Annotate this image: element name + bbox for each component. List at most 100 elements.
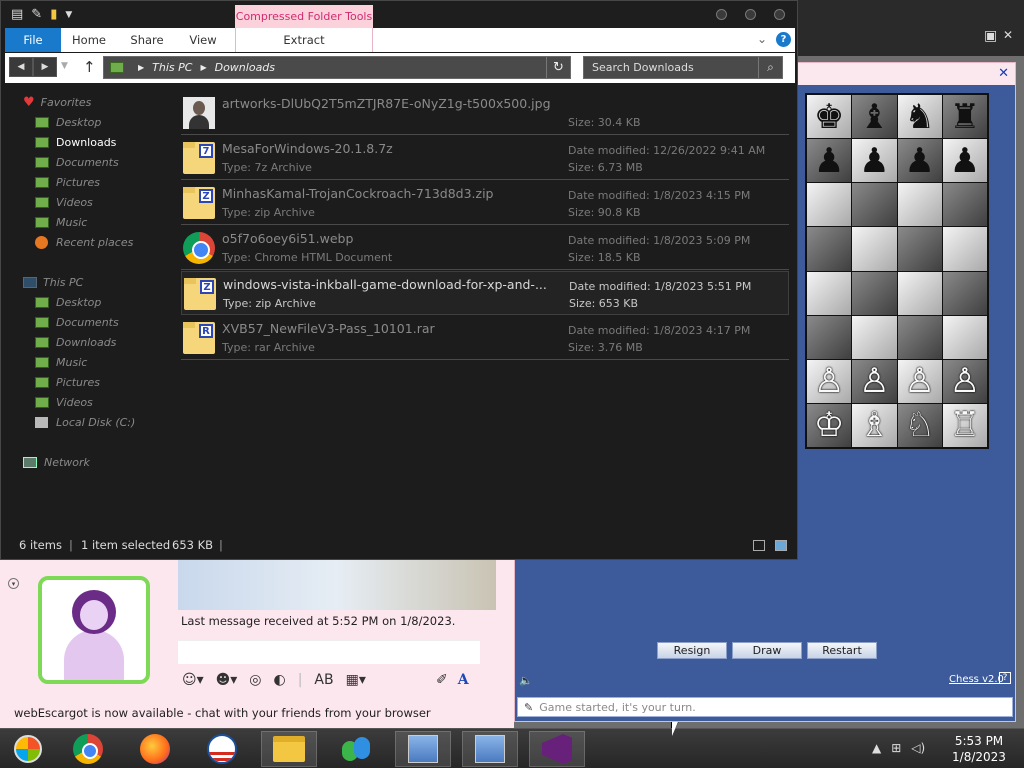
board-square[interactable]: ♙ [852,359,897,403]
board-square[interactable]: ♙ [897,359,942,403]
board-square[interactable] [942,227,987,271]
chevron-right-icon[interactable]: ▶ [138,63,144,72]
start-button[interactable] [0,731,56,767]
wink-icon[interactable]: ☻▾ [216,672,238,688]
board-square[interactable]: ♟ [807,139,852,183]
chess-piece[interactable]: ♟ [814,144,844,178]
tab-file[interactable]: File [5,28,61,52]
address-bar[interactable]: ▶ This PC ▶ Downloads ↻ [103,56,571,79]
file-row[interactable]: artworks-DlUbQ2T5mZTJR87E-oNyZ1g-t500x50… [181,91,789,135]
font-icon[interactable]: AB [314,672,333,688]
board-square[interactable] [807,315,852,359]
maximize-button[interactable] [745,9,756,20]
sidebar-item-fav-desktop[interactable]: Desktop [35,113,101,131]
taskbar-obama[interactable] [194,731,250,767]
taskbar-installer-2[interactable] [462,731,518,767]
text-format-icon[interactable]: A [458,672,469,688]
taskbar-visual-studio[interactable] [529,731,585,767]
chess-piece[interactable]: ♖ [950,408,980,442]
board-square[interactable]: ♜ [942,95,987,139]
chevron-down-icon[interactable]: ▼ [65,10,72,20]
board-square[interactable]: ♙ [807,359,852,403]
breadcrumb-this-pc[interactable]: This PC [152,61,192,74]
speaker-icon[interactable]: 🔈 [519,674,533,687]
tab-view[interactable]: View [177,28,229,52]
properties-icon[interactable]: ▤ [11,7,23,22]
chess-board[interactable]: ♚ ♝ ♞ ♜ ♟ ♟ ♟ ♟ ♙ ♙ ♙ ♙ ♔ ♗ ♘ ♖ [805,93,989,449]
sidebar-item-fav-music[interactable]: Music [35,213,87,231]
recent-locations-icon[interactable]: ▼ [61,61,68,71]
board-square[interactable] [942,183,987,227]
details-view-icon[interactable] [753,540,765,551]
board-square[interactable]: ♞ [897,95,942,139]
resign-button[interactable]: Resign [657,642,727,659]
sidebar-item-pc-pictures[interactable]: Pictures [35,373,100,391]
forward-button[interactable]: ▶ [33,57,57,77]
board-square[interactable] [852,183,897,227]
board-square[interactable]: ♘ [897,403,942,447]
breadcrumb-downloads[interactable]: Downloads [215,61,275,74]
chess-version-link[interactable]: Chess v2.0 [949,674,1004,685]
board-square[interactable] [807,271,852,315]
board-square[interactable]: ♚ [807,95,852,139]
draw-button[interactable]: Draw [732,642,802,659]
minimize-button[interactable] [716,9,727,20]
collapse-icon[interactable]: ▾ [8,578,19,589]
board-square[interactable]: ♖ [942,403,987,447]
file-row[interactable]: Zwindows-vista-inkball-game-download-for… [181,271,789,315]
edit-icon[interactable]: ✎ [31,7,42,22]
close-button[interactable] [774,9,785,20]
chevron-right-icon[interactable]: ▶ [200,63,206,72]
board-square[interactable] [852,315,897,359]
sidebar-item-fav-documents[interactable]: Documents [35,153,119,171]
board-square[interactable] [852,227,897,271]
sidebar-item-pc-desktop[interactable]: Desktop [35,293,101,311]
file-row[interactable]: o5f7o6oey6i51.webp Type: Chrome HTML Docu… [181,226,789,270]
clock[interactable]: 5:53 PM 1/8/2023 [946,733,1012,765]
chess-piece[interactable]: ♟ [950,144,980,178]
chess-piece[interactable]: ♙ [904,364,934,398]
search-box[interactable]: Search Downloads ⌕ [583,56,783,79]
sidebar-item-pc-documents[interactable]: Documents [35,313,119,331]
board-square[interactable] [942,315,987,359]
tab-extract[interactable]: Extract [235,28,373,52]
sidebar-item-pc-downloads[interactable]: Downloads [35,333,116,351]
tab-home[interactable]: Home [61,28,117,52]
tiles-view-icon[interactable] [775,540,787,551]
board-square[interactable] [852,271,897,315]
volume-icon[interactable]: ◁) [911,741,925,755]
file-row[interactable]: R XVB57_NewFileV3-Pass_10101.rar Type: rar… [181,316,789,360]
board-square[interactable]: ♟ [942,139,987,183]
nav-favorites[interactable]: ♥ Favorites [23,93,91,111]
network-icon[interactable]: ⊞ [891,741,901,755]
refresh-icon[interactable]: ↻ [546,57,570,78]
nudge-icon[interactable]: ◎ [249,672,261,688]
board-square[interactable]: ♟ [897,139,942,183]
chess-piece[interactable]: ♝ [859,100,889,134]
taskbar-installer-1[interactable] [395,731,451,767]
board-square[interactable]: ♝ [852,95,897,139]
taskbar-chrome[interactable] [60,731,116,767]
sidebar-item-fav-videos[interactable]: Videos [35,193,93,211]
close-icon[interactable]: ✕ [998,66,1009,81]
chess-piece[interactable]: ♞ [904,100,934,134]
file-row[interactable]: Z MinhasKamal-TrojanCockroach-713d8d3.zip… [181,181,789,225]
chess-piece[interactable]: ♗ [859,408,889,442]
board-square[interactable] [942,271,987,315]
nav-network[interactable]: Network [23,453,90,471]
board-square[interactable] [897,227,942,271]
sidebar-item-fav-pictures[interactable]: Pictures [35,173,100,191]
sidebar-item-pc-videos[interactable]: Videos [35,393,93,411]
chess-piece[interactable]: ♜ [950,100,980,134]
chess-piece[interactable]: ♚ [814,100,844,134]
file-row[interactable]: 7 MesaForWindows-20.1.8.7z Type: 7z Archiv… [181,136,789,180]
board-square[interactable] [897,315,942,359]
board-square[interactable]: ♟ [852,139,897,183]
board-square[interactable] [897,271,942,315]
close-icon[interactable]: ✕ [1003,28,1013,42]
show-hidden-icons-icon[interactable]: ▲ [872,741,881,755]
restart-button[interactable]: Restart [807,642,877,659]
taskbar-messenger[interactable] [328,731,384,767]
board-square[interactable]: ♙ [942,359,987,403]
up-arrow-icon[interactable]: ↑ [83,58,96,76]
